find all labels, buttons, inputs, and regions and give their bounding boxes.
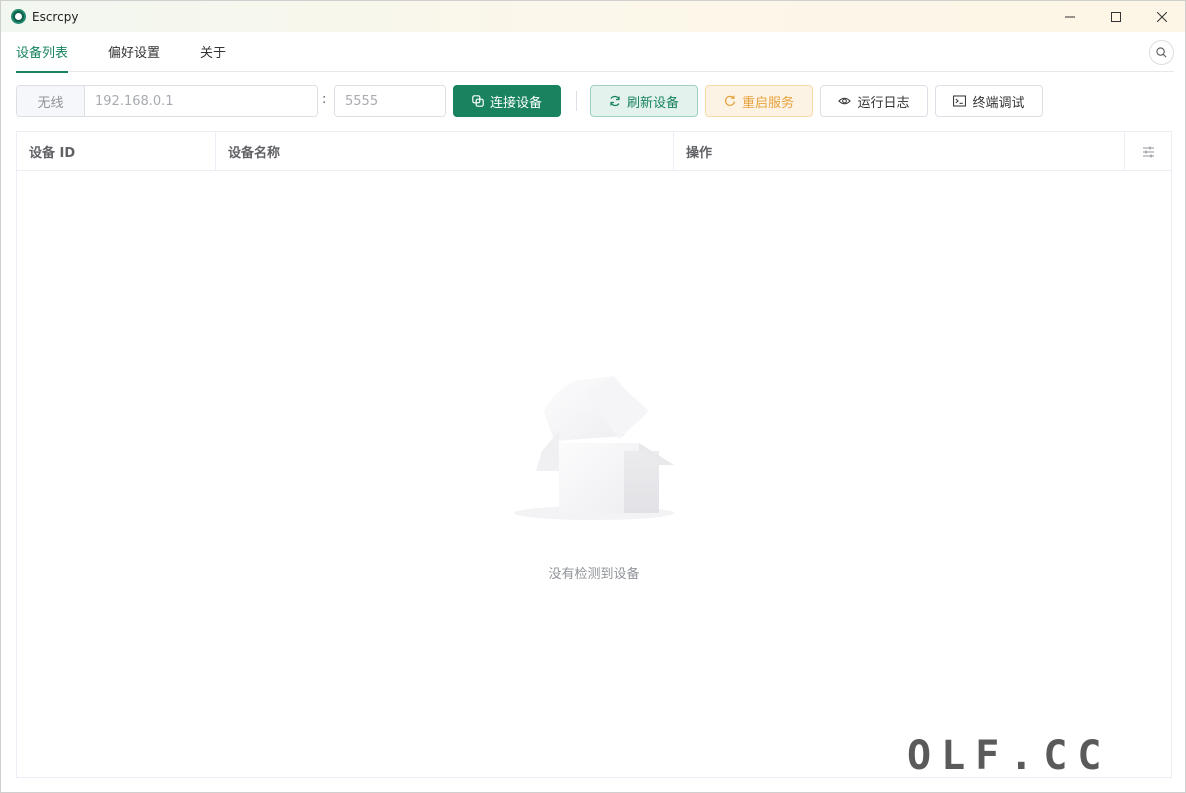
minimize-button[interactable]	[1047, 1, 1093, 32]
connect-device-button[interactable]: 连接设备	[453, 85, 561, 117]
view-logs-label: 运行日志	[857, 95, 910, 111]
terminal-debug-button[interactable]: 终端调试	[935, 85, 1043, 117]
close-icon	[1157, 11, 1167, 22]
eye-icon	[838, 97, 852, 105]
tab-device-list[interactable]: 设备列表	[16, 32, 69, 73]
port-separator: :	[322, 92, 327, 107]
link-icon	[472, 95, 484, 107]
refresh-devices-label: 刷新设备	[626, 95, 679, 111]
refresh-icon	[610, 95, 620, 107]
port-input[interactable]	[335, 86, 445, 116]
maximize-icon	[1111, 11, 1121, 22]
column-header-device-id: 设备 ID	[17, 132, 216, 171]
title-bar: Escrcpy	[1, 1, 1185, 32]
main-tabs: 设备列表 偏好设置 关于	[16, 32, 1174, 73]
window-title: Escrcpy	[32, 9, 79, 24]
device-table: 设备 ID 设备名称 操作 没有检测到设备	[16, 131, 1172, 778]
empty-state: 没有检测到设备	[17, 171, 1171, 777]
minimize-icon	[1065, 16, 1075, 17]
empty-state-text: 没有检测到设备	[548, 567, 640, 582]
port-group	[334, 85, 446, 117]
ip-address-input[interactable]	[85, 86, 317, 116]
connect-device-label: 连接设备	[489, 95, 542, 111]
wireless-prefix-label: 无线	[17, 86, 85, 116]
sliders-icon	[1142, 146, 1154, 157]
app-logo-icon	[11, 9, 26, 24]
address-group: 无线	[16, 85, 318, 117]
column-settings-button[interactable]	[1125, 132, 1171, 171]
watermark-text: OLF.CC	[907, 733, 1112, 779]
terminal-icon	[953, 95, 967, 107]
tab-about[interactable]: 关于	[200, 32, 226, 72]
window-controls	[1047, 1, 1185, 32]
terminal-debug-label: 终端调试	[972, 95, 1025, 111]
close-button[interactable]	[1139, 1, 1185, 32]
view-logs-button[interactable]: 运行日志	[820, 85, 928, 117]
search-icon	[1156, 47, 1167, 58]
tab-preferences[interactable]: 偏好设置	[108, 32, 160, 72]
restart-service-label: 重启服务	[741, 95, 794, 111]
maximize-button[interactable]	[1093, 1, 1139, 32]
toolbar: 无线 : 连接设备 刷新设备	[16, 85, 1176, 117]
toolbar-divider	[576, 91, 577, 111]
restart-icon	[724, 95, 736, 106]
restart-service-button[interactable]: 重启服务	[705, 85, 813, 117]
empty-box-icon	[514, 376, 674, 520]
column-header-actions: 操作	[674, 132, 1125, 171]
refresh-devices-button[interactable]: 刷新设备	[590, 85, 698, 117]
column-header-device-name: 设备名称	[216, 132, 674, 171]
app-window: Escrcpy 设备列表 偏好设置 关于 无线 192.168.0.1: 55…	[0, 0, 1186, 793]
table-header: 设备 ID 设备名称 操作	[17, 132, 1171, 171]
search-button[interactable]	[1149, 40, 1174, 65]
